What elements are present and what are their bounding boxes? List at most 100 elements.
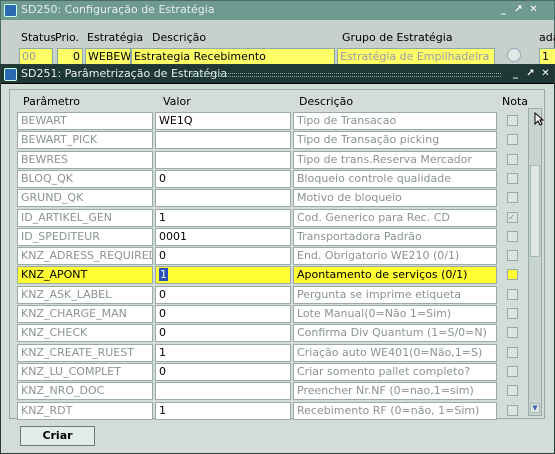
param-cell[interactable]: KNZ_NRO_DOC <box>17 382 153 401</box>
col-header-nota: Nota <box>502 95 529 108</box>
param-cell[interactable]: GRUND_QK <box>17 189 153 208</box>
param-cell[interactable]: KNZ_LU_COMPLET <box>17 362 153 381</box>
valor-cell[interactable]: 0 <box>155 305 291 323</box>
param-cell[interactable]: BLOQ_QK <box>17 169 153 188</box>
back-window-titlebar[interactable]: SD250: Configuração de Estratégia _ ↗ ✕ <box>1 1 554 20</box>
header-descricao: Descrição <box>152 31 207 44</box>
close-icon[interactable]: ✕ <box>539 68 552 81</box>
nota-checkbox[interactable] <box>507 385 518 397</box>
valor-selection: 1 <box>159 268 168 282</box>
col-header-parametro: Parâmetro <box>23 95 80 108</box>
param-cell[interactable]: KNZ_CREATE_RUEST <box>17 343 153 362</box>
nota-checkbox[interactable] <box>507 172 518 184</box>
right-clip-field: 1 <box>539 48 555 65</box>
valor-cell[interactable]: 0001 <box>155 227 291 246</box>
valor-cell[interactable] <box>155 150 291 169</box>
nota-checkbox[interactable] <box>507 115 518 126</box>
param-cell[interactable]: BEWART_PICK <box>17 131 153 150</box>
header-status: Status <box>21 31 57 44</box>
param-cell[interactable]: BEWRES <box>17 150 153 169</box>
descricao-cell[interactable]: Preencher Nr.NF (0=nao,1=sim) <box>293 382 497 401</box>
descricao-cell[interactable]: Motivo de bloqueio <box>293 189 497 208</box>
valor-cell[interactable]: 0 <box>155 324 291 343</box>
nota-checkbox[interactable] <box>507 269 518 281</box>
app-icon <box>4 4 17 17</box>
descricao-cell[interactable]: Recebimento RF (0=não, 1=Sim) <box>293 401 497 420</box>
col-header-valor: Valor <box>163 95 191 108</box>
valor-cell[interactable]: 1 <box>155 266 291 285</box>
nota-checkbox[interactable] <box>507 192 518 204</box>
nota-checkbox[interactable] <box>507 250 518 262</box>
minimize-icon[interactable]: _ <box>497 4 510 17</box>
param-cell[interactable]: KNZ_APONT <box>17 266 153 285</box>
front-window-titlebar[interactable]: SD251: Parâmetrização de Estratégia _ ↗ … <box>1 65 554 84</box>
mouse-pointer-icon <box>534 112 544 126</box>
nota-checkbox[interactable] <box>507 211 518 223</box>
scroll-down-icon[interactable]: ▼ <box>530 403 540 413</box>
nota-checkbox[interactable] <box>507 365 518 377</box>
valor-cell[interactable]: WE1Q <box>155 112 291 130</box>
scrollbar-thumb[interactable] <box>530 165 540 257</box>
col-header-descricao: Descrição <box>299 95 354 108</box>
nota-checkbox[interactable] <box>507 404 518 416</box>
valor-cell[interactable] <box>155 382 291 401</box>
estrategia-field[interactable]: WEBEW <box>85 48 131 65</box>
descricao-cell[interactable]: Confirma Div Quantum (1=S/0=N) <box>293 324 497 343</box>
descricao-cell[interactable]: Transportadora Padrão <box>293 227 497 246</box>
maximize-icon[interactable]: ↗ <box>524 68 537 81</box>
valor-cell[interactable]: 1 <box>155 401 291 420</box>
back-window-title: SD250: Configuração de Estratégia <box>21 3 215 16</box>
valor-cell[interactable]: 1 <box>155 343 291 362</box>
nota-checkbox[interactable] <box>507 346 518 358</box>
valor-cell[interactable]: 0 <box>155 247 291 266</box>
valor-cell[interactable]: 0 <box>155 169 291 188</box>
app-icon <box>4 68 17 81</box>
valor-cell[interactable] <box>155 189 291 208</box>
status-field[interactable]: 00 <box>19 48 53 65</box>
descricao-cell[interactable]: Criação auto WE401(0=Não,1=S) <box>293 343 497 362</box>
descricao-field[interactable]: Estrategia Recebimento <box>131 48 335 65</box>
front-window: SD251: Parâmetrização de Estratégia _ ↗ … <box>0 64 555 454</box>
param-cell[interactable]: KNZ_CHARGE_MAN <box>17 305 153 323</box>
descricao-cell[interactable]: End. Obrigatorio WE210 (0/1) <box>293 247 497 266</box>
descricao-cell[interactable]: Cod. Generico para Rec. CD <box>293 208 497 227</box>
nota-checkbox[interactable] <box>507 230 518 242</box>
param-cell[interactable]: KNZ_CHECK <box>17 324 153 343</box>
criar-button[interactable]: Criar <box>20 426 95 446</box>
param-cell[interactable]: BEWART <box>17 112 153 130</box>
vertical-scrollbar[interactable]: ▼ <box>528 108 542 416</box>
descricao-cell[interactable]: Tipo de Transação picking <box>293 131 497 150</box>
header-right-clip: ada <box>539 31 555 44</box>
valor-cell[interactable]: 0 <box>155 285 291 304</box>
nota-checkbox[interactable] <box>507 134 518 146</box>
nota-checkbox[interactable] <box>507 288 518 300</box>
valor-cell[interactable]: 1 <box>155 208 291 227</box>
descricao-cell[interactable]: Bloqueio controle qualidade <box>293 169 497 188</box>
descricao-cell[interactable]: Tipo de trans.Reserva Mercador <box>293 150 497 169</box>
maximize-icon[interactable]: ↗ <box>512 4 525 17</box>
nota-checkbox[interactable] <box>507 308 518 319</box>
scroll-up-icon[interactable] <box>507 48 521 62</box>
descricao-cell[interactable]: Lote Manual(0=Não 1=Sim) <box>293 305 497 323</box>
close-icon[interactable]: ✕ <box>527 4 540 17</box>
prio-field[interactable]: 0 <box>57 48 83 65</box>
header-prio: Prio. <box>55 31 80 44</box>
header-estrategia: Estratégia <box>87 31 144 44</box>
descricao-cell[interactable]: Tipo de Transacao <box>293 112 497 130</box>
param-cell[interactable]: KNZ_ADRESS_REQUIRED <box>17 247 153 266</box>
valor-cell[interactable]: 0 <box>155 362 291 381</box>
nota-checkbox[interactable] <box>507 327 518 339</box>
param-cell[interactable]: KNZ_RDT <box>17 401 153 420</box>
back-window: SD250: Configuração de Estratégia _ ↗ ✕ … <box>0 0 555 70</box>
valor-cell[interactable] <box>155 131 291 150</box>
minimize-icon[interactable]: _ <box>509 68 522 81</box>
header-grupo: Grupo de Estratégia <box>342 31 453 44</box>
param-cell[interactable]: ID_SPEDITEUR <box>17 227 153 246</box>
param-cell[interactable]: ID_ARTIKEL_GEN <box>17 208 153 227</box>
param-cell[interactable]: KNZ_ASK_LABEL <box>17 285 153 304</box>
descricao-cell[interactable]: Apontamento de serviços (0/1) <box>293 266 497 285</box>
nota-checkbox[interactable] <box>507 153 518 165</box>
grupo-field[interactable]: Estratégia de Empilhadeira <box>337 48 495 65</box>
descricao-cell[interactable]: Pergunta se imprime etiqueta <box>293 285 497 304</box>
descricao-cell[interactable]: Criar somento pallet completo? <box>293 362 497 381</box>
